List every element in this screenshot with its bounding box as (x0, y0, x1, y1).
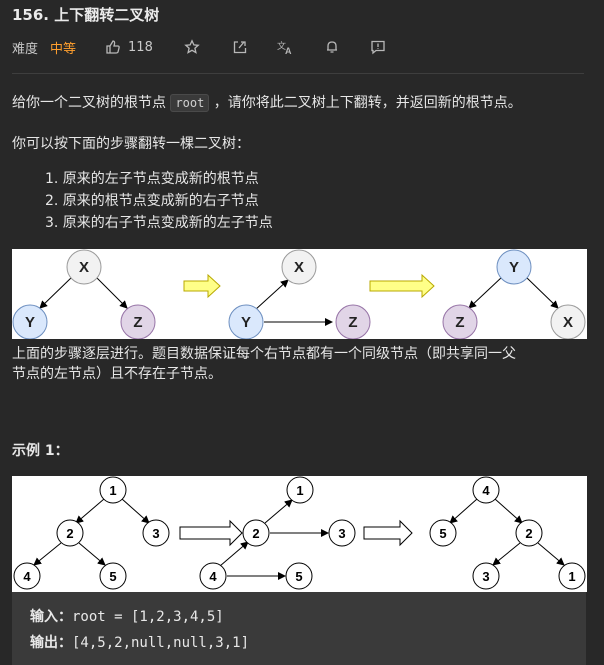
description-text: 给你一个二叉树的根节点 (12, 95, 171, 111)
tree-node: 2 (242, 519, 270, 547)
step-item: 1. 原来的左子节点变成新的根节点 (45, 171, 259, 187)
node-y: Y (496, 249, 532, 285)
svg-text:3: 3 (338, 526, 345, 541)
transition-arrow (369, 273, 435, 299)
description-paragraph-1: 给你一个二叉树的根节点 root ，请你将此二叉树上下翻转，并返回新的根节点。 (12, 92, 522, 112)
description-paragraph-2: 你可以按下面的步骤翻转一棵二叉树： (12, 136, 250, 152)
example-title: 示例 1： (12, 443, 69, 459)
example-io-block: 输入：root = [1,2,3,4,5] 输出：[4,5,2,null,nul… (12, 592, 586, 665)
tree-node: 4 (199, 562, 227, 590)
svg-text:Z: Z (348, 314, 357, 331)
header-divider (12, 73, 584, 74)
step-item: 3. 原来的右子节点变成新的左子节点 (45, 215, 273, 231)
difficulty-badge: 中等 (50, 41, 77, 57)
node-x: X (550, 304, 586, 340)
output-label: 输出： (30, 635, 72, 651)
node-x: X (281, 249, 317, 285)
svg-text:5: 5 (439, 526, 446, 541)
tree-node: 1 (99, 476, 127, 504)
tree-node: 3 (142, 519, 170, 547)
transition-arrow (363, 519, 413, 547)
svg-text:Y: Y (25, 314, 35, 331)
svg-text:1: 1 (109, 483, 116, 498)
tree-node: 4 (472, 476, 500, 504)
input-label: 输入： (30, 609, 72, 625)
tree-node: 5 (99, 562, 127, 590)
svg-text:5: 5 (295, 569, 302, 584)
output-value: [4,5,2,null,null,3,1] (72, 635, 250, 651)
tree-node: 5 (429, 519, 457, 547)
svg-text:4: 4 (209, 569, 217, 584)
input-value: root = [1,2,3,4,5] (72, 609, 224, 625)
thumbs-up-icon (104, 38, 122, 56)
transition-arrow (179, 519, 243, 547)
node-y: Y (228, 304, 264, 340)
example-output: 输出：[4,5,2,null,null,3,1] (30, 632, 249, 652)
bell-icon[interactable] (323, 38, 341, 56)
svg-text:Y: Y (509, 259, 519, 276)
problem-title: 156. 上下翻转二叉树 (12, 6, 160, 24)
share-icon[interactable] (231, 38, 249, 56)
feedback-icon[interactable] (369, 38, 387, 56)
example-tree-diagram: 1 2 3 4 5 1 2 3 4 5 4 5 2 3 1 (12, 476, 587, 592)
tree-node: 2 (56, 519, 84, 547)
description-text: 节点的左节点）且不存在子节点。 (12, 366, 222, 382)
svg-text:X: X (294, 259, 304, 276)
inline-code-root: root (170, 94, 210, 112)
svg-text:4: 4 (23, 569, 31, 584)
description-text: 上面的步骤逐层进行。题目数据保证每个右节点都有一个同级节点（即共享同一父 (12, 346, 516, 362)
like-count: 118 (128, 39, 153, 55)
tree-node: 2 (515, 519, 543, 547)
tree-node: 3 (328, 519, 356, 547)
star-icon[interactable] (183, 38, 201, 56)
svg-text:5: 5 (109, 569, 116, 584)
like-button[interactable]: 118 (104, 38, 153, 56)
svg-text:X: X (79, 259, 89, 276)
svg-text:3: 3 (482, 569, 489, 584)
svg-text:2: 2 (525, 526, 532, 541)
svg-text:4: 4 (482, 483, 490, 498)
example-input: 输入：root = [1,2,3,4,5] (30, 606, 224, 626)
node-z: Z (120, 304, 156, 340)
svg-text:Y: Y (241, 314, 251, 331)
tree-node: 3 (472, 562, 500, 590)
node-z: Z (335, 304, 371, 340)
steps-list: 1. 原来的左子节点变成新的根节点 2. 原来的根节点变成新的右子节点 3. 原… (45, 168, 273, 234)
node-z: Z (442, 304, 478, 340)
svg-text:Z: Z (133, 314, 142, 331)
description-paragraph-3: 上面的步骤逐层进行。题目数据保证每个右节点都有一个同级节点（即共享同一父 节点的… (12, 344, 516, 384)
tree-node: 5 (285, 562, 313, 590)
svg-text:X: X (563, 314, 573, 331)
transition-arrow (183, 273, 221, 299)
tree-node: 1 (558, 562, 586, 590)
svg-text:3: 3 (152, 526, 159, 541)
svg-text:A: A (285, 46, 292, 55)
svg-text:2: 2 (252, 526, 259, 541)
step-item: 2. 原来的根节点变成新的右子节点 (45, 193, 259, 209)
svg-text:1: 1 (296, 483, 303, 498)
tree-node: 1 (286, 476, 314, 504)
node-x: X (66, 249, 102, 285)
description-text: ，请你将此二叉树上下翻转，并返回新的根节点。 (209, 95, 522, 111)
translate-icon[interactable]: 文A (277, 38, 295, 56)
node-y: Y (12, 304, 48, 340)
difficulty-label: 难度 (12, 41, 39, 57)
svg-text:2: 2 (66, 526, 73, 541)
flip-steps-diagram: X Y Z X Y Z Y Z X (12, 249, 587, 340)
tree-node: 4 (13, 562, 41, 590)
svg-text:Z: Z (455, 314, 464, 331)
svg-text:1: 1 (568, 569, 575, 584)
problem-meta-bar: 难度 中等 118 文A (12, 37, 387, 57)
